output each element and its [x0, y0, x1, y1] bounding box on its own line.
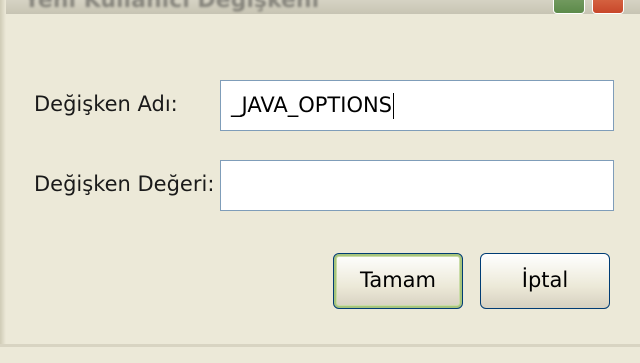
window-bottom-border: [0, 344, 640, 363]
close-button[interactable]: [592, 0, 624, 14]
title-bar[interactable]: Yeni Kullanıcı Değişkeni: [0, 0, 640, 14]
ok-button[interactable]: Tamam: [333, 253, 463, 309]
variable-name-input[interactable]: _JAVA_OPTIONS: [220, 80, 614, 131]
variable-value-input[interactable]: [220, 160, 614, 211]
variable-name-label: Değişken Adı:: [34, 92, 178, 116]
window-title: Yeni Kullanıcı Değişkeni: [24, 0, 320, 13]
help-button[interactable]: [553, 0, 585, 14]
dialog-window: Yeni Kullanıcı Değişkeni Değişken Adı: _…: [0, 0, 640, 363]
cancel-button[interactable]: İptal: [480, 253, 610, 309]
variable-name-value: _JAVA_OPTIONS: [231, 93, 393, 117]
variable-value-label: Değişken Değeri:: [34, 172, 215, 196]
window-border: [0, 0, 6, 360]
text-caret: [393, 93, 395, 119]
